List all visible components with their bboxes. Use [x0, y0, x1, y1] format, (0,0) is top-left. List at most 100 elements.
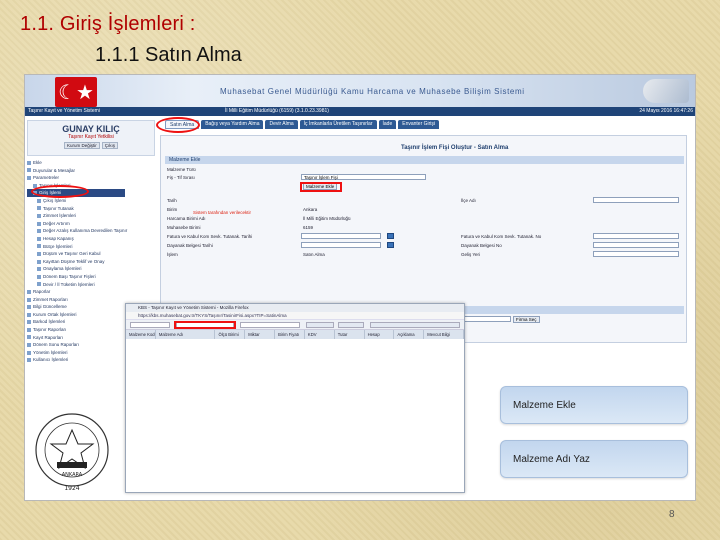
- sidebar-item[interactable]: Bilgi Güncelleme: [27, 303, 125, 311]
- label-code: Fiş - Tif Sırası: [167, 175, 195, 180]
- user-panel: GUNAY KILIÇ Taşınır Kayıt Yetkilisi Kuru…: [27, 120, 155, 156]
- sidebar-item[interactable]: Ekle: [27, 159, 125, 167]
- material-filter-input[interactable]: [240, 322, 300, 328]
- table-column-header[interactable]: Malzeme Kodu: [126, 330, 156, 339]
- highlight-box-material-name: [174, 321, 236, 329]
- sidebar-item[interactable]: Parametreler: [27, 174, 125, 182]
- window-toolbar: [126, 320, 464, 330]
- page-number: 8: [669, 509, 675, 520]
- user-name: GUNAY KILIÇ: [62, 124, 120, 134]
- sidebar-item[interactable]: Çıkış İşlemi: [27, 197, 125, 205]
- sidebar-item[interactable]: Zimmet İşlemleri: [27, 212, 125, 220]
- sidebar-item[interactable]: Değer Azalış Kullanıma Devredilen Taşını…: [27, 227, 127, 235]
- window-url: https://kbs.muhasebat.gov.tr/TKYS/Taşını…: [126, 312, 464, 320]
- tab-devir-alma[interactable]: Devir Alma: [265, 120, 298, 129]
- section-material: Malzeme Ekle: [165, 156, 684, 164]
- calendar-icon[interactable]: [387, 242, 394, 248]
- exit-button[interactable]: Çıkış: [101, 142, 119, 149]
- sidebar-item[interactable]: Raporlar: [27, 288, 125, 296]
- system-note: Sistem tarafından verilecektir: [193, 210, 252, 215]
- form-title: Taşınır İşlem Fişi Oluştur - Satın Alma: [401, 145, 509, 151]
- sidebar-item[interactable]: Taşınır Raporları: [27, 326, 125, 334]
- sidebar-item[interactable]: Bütçe İşlemleri: [27, 243, 125, 251]
- form-row-label: Birim: [167, 207, 178, 212]
- sidebar-item[interactable]: Değer Artırım: [27, 220, 125, 228]
- sidebar-item[interactable]: Hesap Kapanış: [27, 235, 125, 243]
- highlight-box-add-material: [300, 182, 342, 192]
- institution-name: İl Milli Eğitim Müdürlüğü (6159) (3.1.0.…: [225, 108, 329, 114]
- user-role: Taşınır Kayıt Yetkilisi: [68, 134, 114, 140]
- callout-material-name: Malzeme Adı Yaz: [500, 440, 688, 478]
- table-column-header[interactable]: Malzeme Adı: [156, 330, 216, 339]
- sidebar-item[interactable]: Duyurular & Mesajlar: [27, 167, 125, 175]
- form-input[interactable]: [593, 242, 679, 248]
- info-bar: Taşınır Kayıt ve Yönetim Sistemi İl Mill…: [25, 107, 695, 116]
- transfer-button[interactable]: [370, 322, 460, 328]
- form-row-label: Fatura ve Kabul Kom Sevk. Tutanak. No: [461, 234, 542, 239]
- sidebar-item[interactable]: Kayıt Raporları: [27, 334, 125, 342]
- material-table-header: Malzeme Kodu Malzeme Adı Ölçü Birimi Miktar…: [126, 330, 464, 339]
- highlight-ellipse-tab: [156, 117, 200, 133]
- tab-iade[interactable]: İade: [378, 120, 397, 129]
- form-row-label: Harcama Birimi Adı: [167, 216, 206, 221]
- tab-envanter-girisi[interactable]: Envanter Girişi: [398, 120, 440, 129]
- sidebar-item[interactable]: Dönem Sonu Raporları: [27, 341, 125, 349]
- tab-ic-imkan[interactable]: İç İmkanlarla Üretilen Taşınırlar: [299, 120, 377, 129]
- sidebar-item[interactable]: Yönetim İşlemleri: [27, 349, 125, 357]
- slide-title: 1.1. Giriş İşlemleri :: [20, 13, 196, 35]
- ministry-emblem-icon: 1924 ANKARA: [35, 413, 109, 492]
- sidebar-item[interactable]: Barkod İşlemleri: [27, 318, 125, 326]
- date-time: 24 Mayıs 2016 16:47:26: [639, 108, 693, 114]
- application-screenshot: ☾★ Muhasebat Genel Müdürlüğü Kamu Harcam…: [24, 74, 696, 501]
- form-row-value: 6159: [303, 225, 314, 230]
- material-code-input[interactable]: [130, 322, 170, 328]
- form-row-label: Dayanak Belgesi No: [461, 243, 502, 248]
- callout-add-material: Malzeme Ekle: [500, 386, 688, 424]
- table-column-header[interactable]: Tutar: [335, 330, 365, 339]
- form-input[interactable]: [593, 251, 679, 257]
- system-name: Taşınır Kayıt ve Yönetim Sistemi: [28, 108, 100, 114]
- date-input[interactable]: [301, 242, 381, 248]
- form-row-label: İlçe Adı: [461, 198, 476, 203]
- form-row-label: Dayanak Belgesi Tarihi: [167, 243, 213, 248]
- date-input[interactable]: [301, 233, 381, 239]
- tab-bagis[interactable]: Bağış veya Yardım Alma: [201, 120, 264, 129]
- table-column-header[interactable]: Açıklama: [394, 330, 425, 339]
- label-type: Malzeme Türü: [167, 167, 196, 172]
- sidebar-item[interactable]: Devir / İl Tüketim İşlemleri: [27, 281, 125, 289]
- change-institution-button[interactable]: Kurum Değiştir: [63, 142, 100, 149]
- table-column-header[interactable]: Hesap: [365, 330, 395, 339]
- sidebar-item[interactable]: Kullanıcı İşlemleri: [27, 356, 125, 364]
- firm-select-button[interactable]: Firma Seç: [513, 316, 540, 323]
- sidebar-item[interactable]: Zimmet Raporları: [27, 296, 125, 304]
- sidebar-item[interactable]: Taşınır Tutanak: [27, 205, 125, 213]
- turkish-flag-icon: ☾★: [55, 77, 97, 107]
- emblem-city: ANKARA: [62, 472, 83, 478]
- banner-title: Muhasebat Genel Müdürlüğü Kamu Harcama v…: [220, 87, 525, 96]
- hand-image-icon: [643, 79, 689, 103]
- form-row-label: Tarih: [167, 198, 177, 203]
- table-column-header[interactable]: Ölçü Birimi: [215, 330, 246, 339]
- sidebar-item[interactable]: Kayıttan Düşme Teklif ve Onay: [27, 258, 125, 266]
- emblem-year: 1924: [64, 485, 79, 492]
- list-button[interactable]: [306, 322, 334, 328]
- sidebar-item[interactable]: Düşüm ve Taşınır Geri Kabul: [27, 250, 125, 258]
- table-column-header[interactable]: Birim Fiyatı: [275, 330, 305, 339]
- sidebar-item[interactable]: Kurum Ortak İşlemleri: [27, 311, 125, 319]
- sidebar-item[interactable]: Dönem Başı Taşınır Fişleri: [27, 273, 125, 281]
- sidebar-item[interactable]: Onaylama İşlemleri: [27, 265, 125, 273]
- form-row-label: Fatura ve Kabul Kom Sevk. Tutanak. Tarih…: [167, 234, 253, 239]
- table-column-header[interactable]: KDV: [305, 330, 335, 339]
- table-column-header[interactable]: Mevcut Bilgi: [424, 330, 464, 339]
- form-row-label: Muhasebe Birimi: [167, 225, 201, 230]
- form-input[interactable]: [593, 233, 679, 239]
- document-type-select[interactable]: Taşınır İşlem Fişi: [301, 174, 426, 180]
- form-input[interactable]: [593, 197, 679, 203]
- form-row-value: Ankara: [303, 207, 318, 212]
- close-button[interactable]: [338, 322, 364, 328]
- entry-tabs: Satın Alma Bağış veya Yardım Alma Devir …: [165, 120, 440, 129]
- slide-subtitle: 1.1.1 Satın Alma: [95, 44, 242, 66]
- calendar-icon[interactable]: [387, 233, 394, 239]
- form-row-label: Geliş Yeri: [461, 252, 481, 257]
- table-column-header[interactable]: Miktar: [245, 330, 276, 339]
